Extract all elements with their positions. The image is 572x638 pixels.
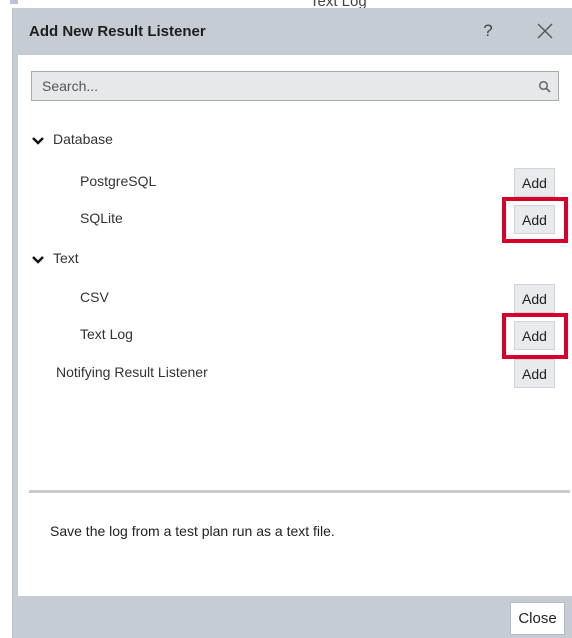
help-button[interactable]: ?	[477, 20, 499, 42]
list-item-label: Text Log	[80, 326, 133, 342]
list-item-text-log: Text Log Add	[18, 313, 572, 359]
search-input[interactable]	[32, 72, 558, 100]
add-csv-button[interactable]: Add	[514, 284, 555, 313]
chevron-down-icon[interactable]	[31, 254, 45, 266]
close-icon[interactable]	[535, 21, 555, 41]
list-item-csv: CSV Add	[18, 284, 572, 314]
search-box	[31, 71, 559, 101]
list-item-label: SQLite	[80, 210, 123, 226]
dialog-titlebar: Add New Result Listener ?	[13, 8, 572, 54]
tree-group-database[interactable]: Database	[18, 126, 572, 156]
list-item-label: PostgreSQL	[80, 173, 157, 189]
tree-group-label: Text	[53, 250, 79, 266]
chevron-down-icon[interactable]	[31, 135, 45, 147]
description-divider	[29, 490, 570, 493]
background-tab-marker	[10, 0, 18, 4]
listener-panel: Database PostgreSQL Add SQLite Add Text …	[18, 55, 572, 596]
list-item-label: CSV	[80, 289, 109, 305]
close-button[interactable]: Close	[510, 602, 565, 635]
list-item-sqlite: SQLite Add	[18, 197, 572, 243]
list-item-postgresql: PostgreSQL Add	[18, 168, 572, 198]
add-postgresql-button[interactable]: Add	[514, 168, 555, 197]
add-sqlite-button[interactable]: Add	[514, 205, 555, 234]
add-notifying-result-listener-button[interactable]: Add	[514, 359, 555, 388]
list-item-label: Notifying Result Listener	[56, 364, 208, 380]
list-item-notifying-result-listener: Notifying Result Listener Add	[18, 359, 572, 389]
tree-group-text[interactable]: Text	[18, 245, 572, 275]
item-description: Save the log from a test plan run as a t…	[50, 523, 335, 539]
dialog-title: Add New Result Listener	[29, 23, 206, 40]
search-icon	[538, 80, 551, 93]
add-text-log-button[interactable]: Add	[514, 321, 555, 350]
add-result-listener-dialog: Add New Result Listener ? Database Postg…	[12, 8, 572, 638]
tree-group-label: Database	[53, 131, 113, 147]
